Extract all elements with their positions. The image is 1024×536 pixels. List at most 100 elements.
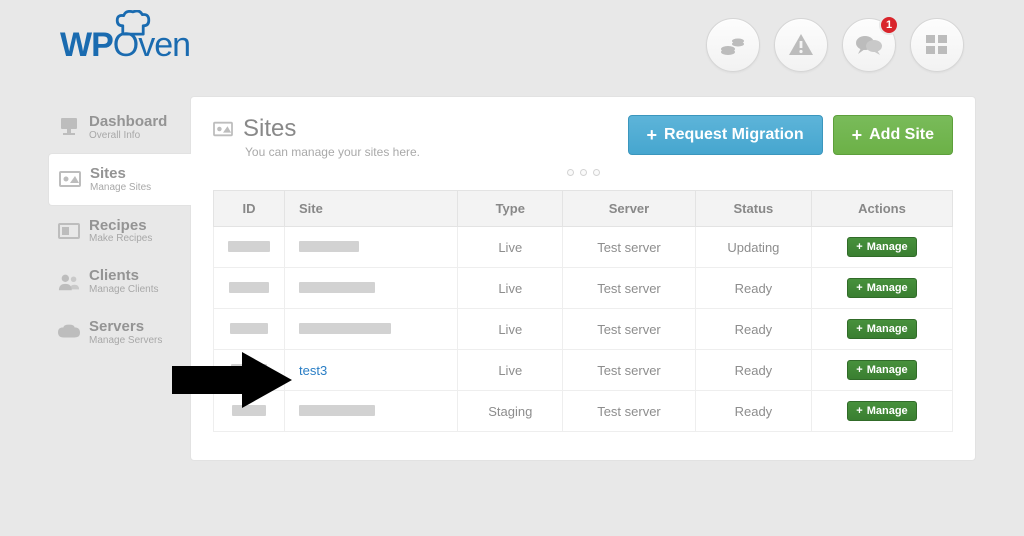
- table-row: test3 LiveTest serverReady + Manage: [214, 350, 953, 391]
- plus-icon: +: [856, 282, 862, 294]
- servers-icon: [58, 321, 80, 343]
- col-status: Status: [695, 191, 811, 227]
- warning-icon: [788, 33, 814, 57]
- cell-actions: + Manage: [811, 268, 952, 309]
- table-row: LiveTest serverUpdating + Manage: [214, 227, 953, 268]
- sidebar-sublabel: Manage Servers: [89, 335, 162, 346]
- annotation-arrow-icon: [172, 352, 292, 408]
- cell-actions: + Manage: [811, 227, 952, 268]
- button-label: Request Migration: [664, 126, 804, 144]
- sidebar-label: Recipes: [89, 218, 152, 234]
- cell-status: Ready: [695, 391, 811, 432]
- pagination-dots: [213, 169, 953, 176]
- sidebar-label: Dashboard: [89, 114, 167, 130]
- coins-icon: [720, 34, 746, 56]
- sidebar-label: Servers: [89, 319, 162, 335]
- cell-status: Ready: [695, 350, 811, 391]
- table-row: StagingTest serverReady + Manage: [214, 391, 953, 432]
- sidebar-label: Clients: [89, 268, 158, 284]
- cell-type: Live: [458, 309, 563, 350]
- button-label: Manage: [867, 323, 908, 335]
- sidebar-sublabel: Overall Info: [89, 130, 167, 141]
- cell-site: [285, 309, 458, 350]
- recipes-icon: [58, 220, 80, 242]
- cell-status: Ready: [695, 268, 811, 309]
- plus-icon: +: [856, 364, 862, 376]
- credits-button[interactable]: [706, 18, 760, 72]
- alerts-button[interactable]: [774, 18, 828, 72]
- page-subtitle: You can manage your sites here.: [245, 145, 420, 159]
- button-label: Manage: [867, 405, 908, 417]
- dashboard-icon: [58, 116, 80, 138]
- col-server: Server: [563, 191, 696, 227]
- sites-table: ID Site Type Server Status Actions LiveT…: [213, 190, 953, 432]
- col-type: Type: [458, 191, 563, 227]
- cell-type: Live: [458, 227, 563, 268]
- page-title: Sites: [243, 115, 296, 143]
- col-site: Site: [285, 191, 458, 227]
- manage-button[interactable]: + Manage: [847, 319, 916, 339]
- manage-button[interactable]: + Manage: [847, 237, 916, 257]
- cell-server: Test server: [563, 350, 696, 391]
- add-site-button[interactable]: + Add Site: [833, 115, 953, 155]
- grid-icon: [926, 35, 948, 55]
- cell-server: Test server: [563, 227, 696, 268]
- cell-type: Live: [458, 268, 563, 309]
- cell-site[interactable]: test3: [285, 350, 458, 391]
- table-row: LiveTest serverReady + Manage: [214, 309, 953, 350]
- sidebar-sublabel: Make Recipes: [89, 233, 152, 244]
- sidebar: Dashboard Overall Info Sites Manage Site…: [48, 96, 190, 461]
- chat-icon: [855, 34, 883, 56]
- plus-icon: +: [856, 241, 862, 253]
- sidebar-item-sites[interactable]: Sites Manage Sites: [48, 153, 191, 206]
- messages-button[interactable]: 1: [842, 18, 896, 72]
- cell-site: [285, 227, 458, 268]
- sidebar-item-clients[interactable]: Clients Manage Clients: [48, 256, 190, 307]
- page-title-icon: [213, 120, 233, 138]
- cell-id: [214, 309, 285, 350]
- col-actions: Actions: [811, 191, 952, 227]
- manage-button[interactable]: + Manage: [847, 360, 916, 380]
- cell-id: [214, 227, 285, 268]
- plus-icon: +: [852, 126, 863, 144]
- sidebar-sublabel: Manage Sites: [90, 182, 151, 193]
- cell-status: Updating: [695, 227, 811, 268]
- clients-icon: [58, 271, 80, 293]
- manage-button[interactable]: + Manage: [847, 278, 916, 298]
- manage-button[interactable]: + Manage: [847, 401, 916, 421]
- cell-actions: + Manage: [811, 309, 952, 350]
- sites-icon: [59, 168, 81, 190]
- plus-icon: +: [856, 323, 862, 335]
- content-panel: Sites You can manage your sites here. + …: [190, 96, 976, 461]
- button-label: Manage: [867, 364, 908, 376]
- sidebar-item-dashboard[interactable]: Dashboard Overall Info: [48, 102, 190, 153]
- cell-server: Test server: [563, 391, 696, 432]
- cell-type: Staging: [458, 391, 563, 432]
- button-label: Manage: [867, 241, 908, 253]
- col-id: ID: [214, 191, 285, 227]
- cell-type: Live: [458, 350, 563, 391]
- cell-server: Test server: [563, 309, 696, 350]
- plus-icon: +: [647, 126, 658, 144]
- cell-status: Ready: [695, 309, 811, 350]
- cell-site: [285, 391, 458, 432]
- site-link[interactable]: test3: [299, 363, 327, 378]
- sidebar-item-recipes[interactable]: Recipes Make Recipes: [48, 206, 190, 257]
- apps-button[interactable]: [910, 18, 964, 72]
- button-label: Add Site: [869, 126, 934, 144]
- request-migration-button[interactable]: + Request Migration: [628, 115, 823, 155]
- table-row: LiveTest serverReady + Manage: [214, 268, 953, 309]
- messages-badge: 1: [879, 15, 899, 35]
- button-label: Manage: [867, 282, 908, 294]
- logo[interactable]: WPOven: [60, 28, 190, 62]
- sidebar-item-servers[interactable]: Servers Manage Servers: [48, 307, 190, 358]
- cell-site: [285, 268, 458, 309]
- sidebar-label: Sites: [90, 166, 151, 182]
- cell-id: [214, 268, 285, 309]
- chef-hat-icon: [114, 10, 152, 36]
- sidebar-sublabel: Manage Clients: [89, 284, 158, 295]
- cell-actions: + Manage: [811, 391, 952, 432]
- cell-server: Test server: [563, 268, 696, 309]
- cell-actions: + Manage: [811, 350, 952, 391]
- plus-icon: +: [856, 405, 862, 417]
